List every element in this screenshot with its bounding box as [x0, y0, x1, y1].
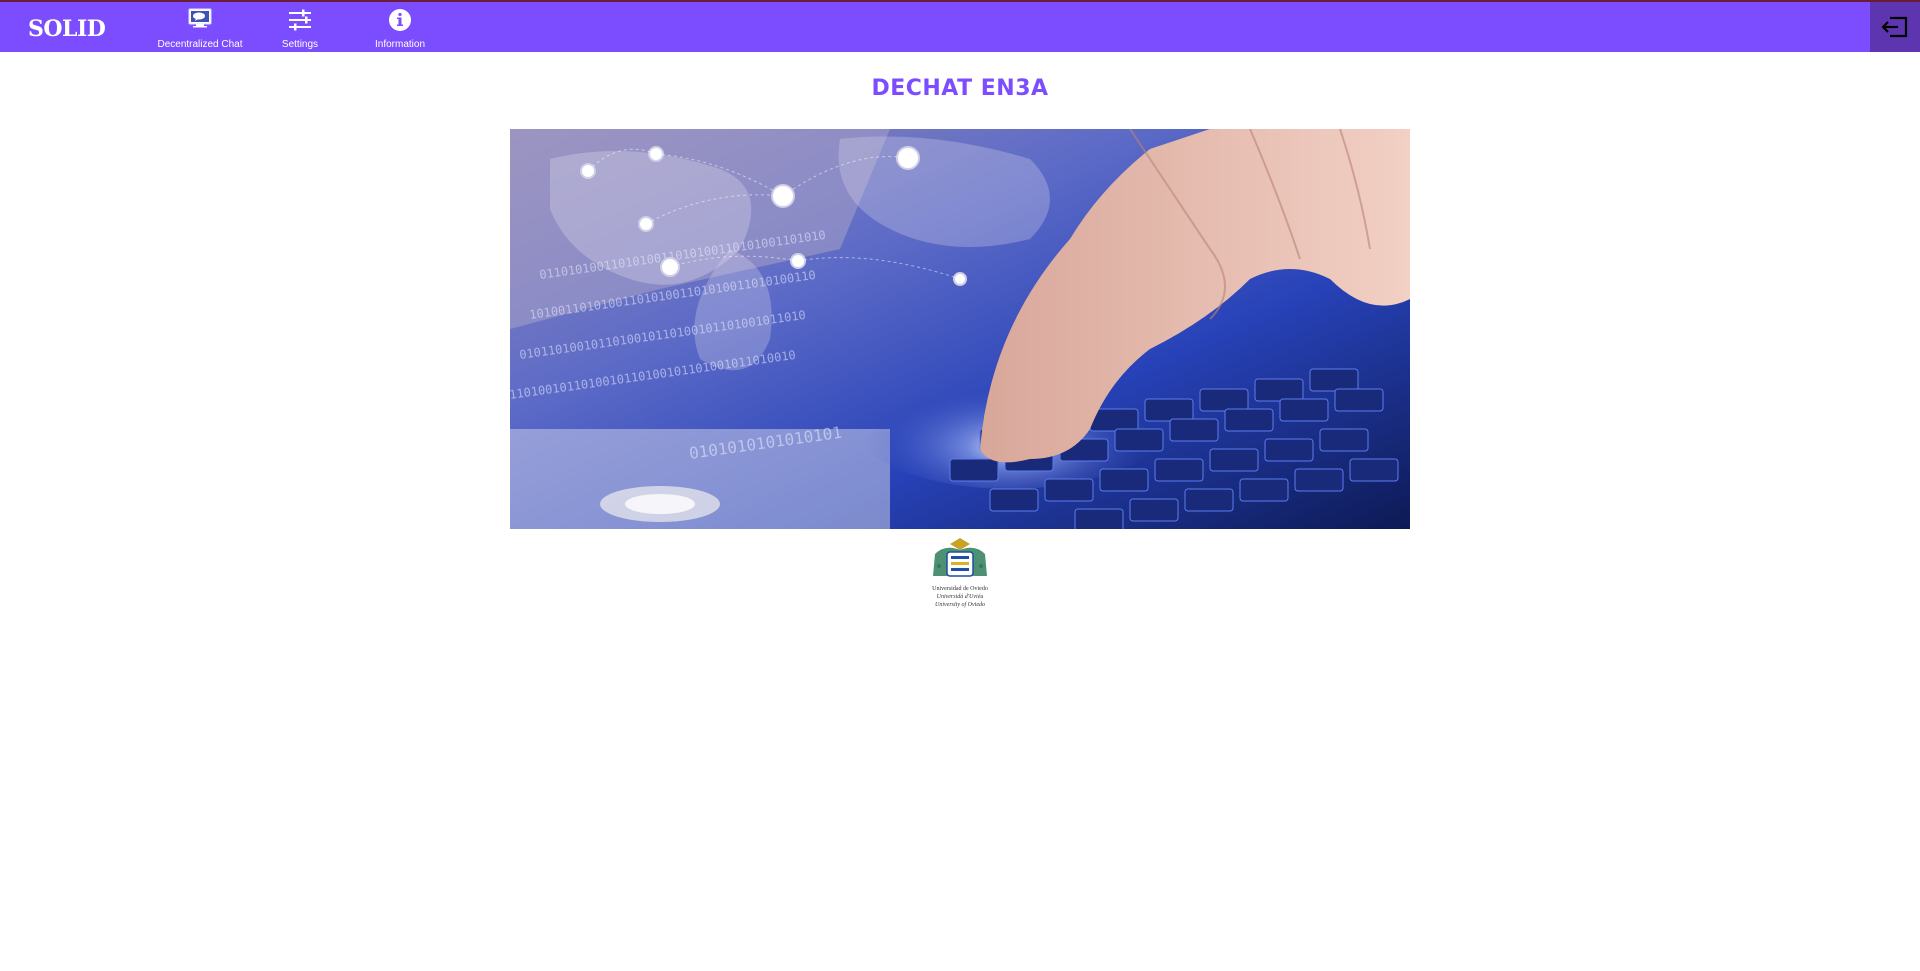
hero-image: 0110101001101010011010100110101001101010…	[510, 129, 1410, 529]
sliders-icon	[289, 9, 311, 31]
top-navigation-bar: SOLID Decentralized Chat Settings Inform…	[0, 0, 1920, 52]
logo-caption-ast: Universidá d'Uviéu	[936, 594, 984, 600]
nav-decentralized-chat[interactable]: Decentralized Chat	[150, 4, 250, 52]
logo-caption-en: University of Oviedo	[935, 602, 985, 608]
nav-settings[interactable]: Settings	[260, 4, 340, 52]
nav-label-chat: Decentralized Chat	[157, 39, 243, 50]
brand-logo[interactable]: SOLID	[28, 16, 106, 42]
info-icon	[389, 9, 411, 31]
logout-icon	[1881, 16, 1908, 38]
page-title: DECHAT EN3A	[871, 76, 1049, 101]
logout-button[interactable]	[1870, 2, 1920, 52]
nav-label-information: Information	[374, 39, 426, 50]
logo-caption-es: Universidad de Oviedo	[932, 586, 988, 592]
nav-information[interactable]: Information	[360, 4, 440, 52]
nav-label-settings: Settings	[281, 39, 319, 50]
chat-screen-icon	[188, 8, 212, 28]
university-crest-logo: Universidad de Oviedo Universidá d'Uviéu…	[925, 536, 995, 614]
